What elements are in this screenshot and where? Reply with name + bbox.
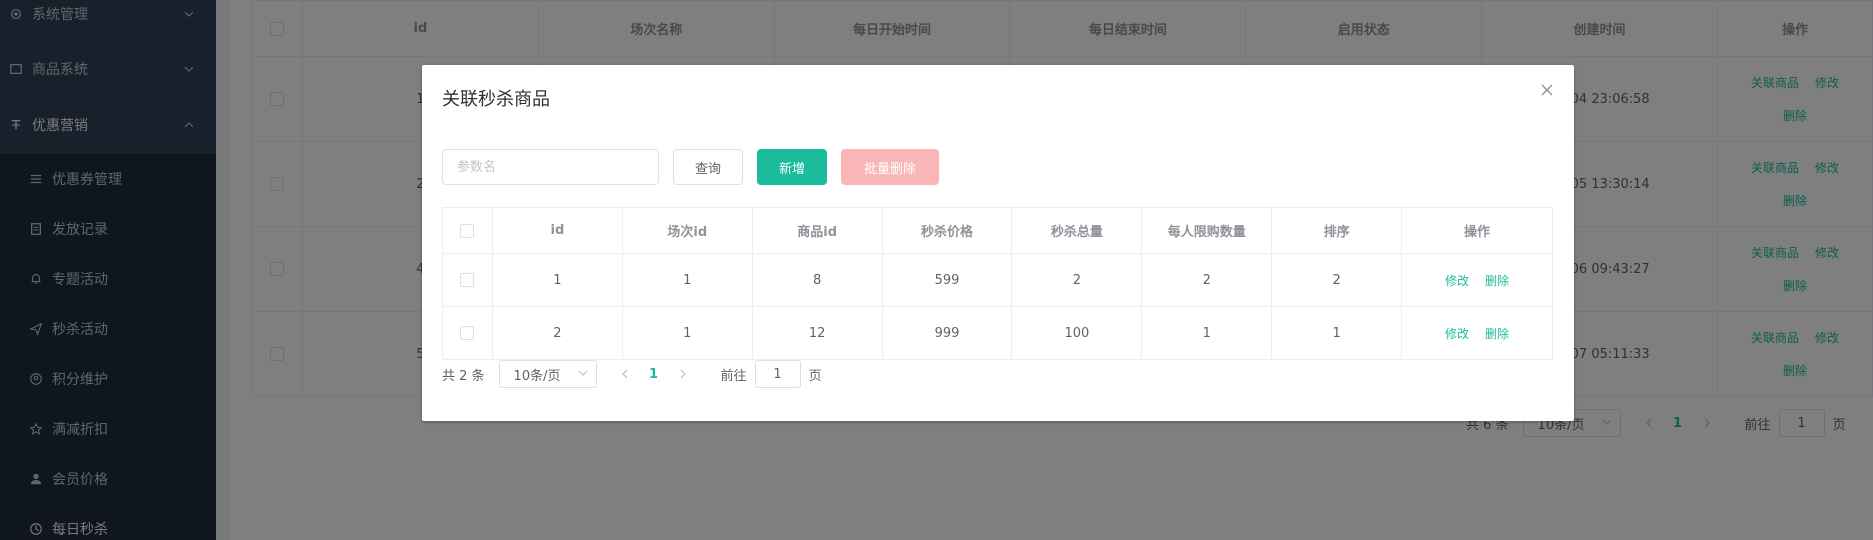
cell-total: 100 <box>1011 306 1143 360</box>
delete-button[interactable]: 删除 <box>1485 327 1509 341</box>
cell-total: 2 <box>1011 253 1143 307</box>
cell-product-id: 8 <box>751 253 883 307</box>
dialog-title: 关联秒杀商品 <box>442 89 550 110</box>
table-row: 1 1 8 599 2 2 2 修改 删除 <box>442 253 1553 307</box>
edit-button[interactable]: 修改 <box>1445 327 1469 341</box>
cell-id: 2 <box>491 306 623 360</box>
prev-page-button[interactable] <box>611 360 639 388</box>
page-size-select[interactable]: 10条/页 <box>498 360 597 388</box>
goto-label: 前往 <box>720 368 747 384</box>
table-row: 2 1 12 999 100 1 1 修改 删除 <box>442 306 1553 360</box>
add-button[interactable]: 新增 <box>757 149 827 185</box>
column-header: id <box>491 207 623 254</box>
page-size-value: 10条/页 <box>513 368 561 384</box>
cell-sort: 2 <box>1271 253 1403 307</box>
cell-product-id: 12 <box>751 306 883 360</box>
cell-limit: 2 <box>1141 253 1273 307</box>
cell-price: 599 <box>881 253 1013 307</box>
link-products-dialog: 关联秒杀商品 查询 新增 批量删除 id 场次id 商品id 秒杀价格 秒杀总量… <box>422 65 1574 421</box>
page-number-current[interactable]: 1 <box>639 367 669 382</box>
column-header: 秒杀价格 <box>881 207 1013 254</box>
cell-session-id: 1 <box>621 306 753 360</box>
row-checkbox[interactable] <box>460 273 475 287</box>
cell-sort: 1 <box>1271 306 1403 360</box>
cell-id: 1 <box>491 253 623 307</box>
search-input[interactable] <box>442 149 659 185</box>
column-header: 场次id <box>621 207 753 254</box>
batch-delete-button[interactable]: 批量删除 <box>841 149 939 185</box>
select-all-checkbox[interactable] <box>460 223 475 238</box>
column-header: 商品id <box>751 207 883 254</box>
edit-button[interactable]: 修改 <box>1445 274 1469 288</box>
delete-button[interactable]: 删除 <box>1485 274 1509 288</box>
page-suffix: 页 <box>808 368 822 384</box>
column-header: 秒杀总量 <box>1011 207 1143 254</box>
goto-page-input[interactable]: 1 <box>754 360 801 388</box>
chevron-down-icon <box>578 367 588 382</box>
cell-session-id: 1 <box>621 253 753 307</box>
select-all-header <box>442 207 493 254</box>
row-checkbox[interactable] <box>460 326 475 340</box>
column-header: 排序 <box>1271 207 1403 254</box>
column-header: 每人限购数量 <box>1141 207 1273 254</box>
cell-price: 999 <box>881 306 1013 360</box>
dialog-toolbar: 查询 新增 批量删除 <box>442 149 939 185</box>
close-icon[interactable] <box>1540 83 1556 99</box>
query-button[interactable]: 查询 <box>673 149 743 185</box>
column-header: 操作 <box>1401 207 1553 254</box>
flash-products-table: id 场次id 商品id 秒杀价格 秒杀总量 每人限购数量 排序 操作 1 1 … <box>442 207 1553 360</box>
next-page-button[interactable] <box>669 360 697 388</box>
cell-limit: 1 <box>1141 306 1273 360</box>
dialog-pagination: 共 2 条 10条/页 1 前往 1 页 <box>442 360 822 388</box>
pagination-total: 共 2 条 <box>442 368 485 384</box>
